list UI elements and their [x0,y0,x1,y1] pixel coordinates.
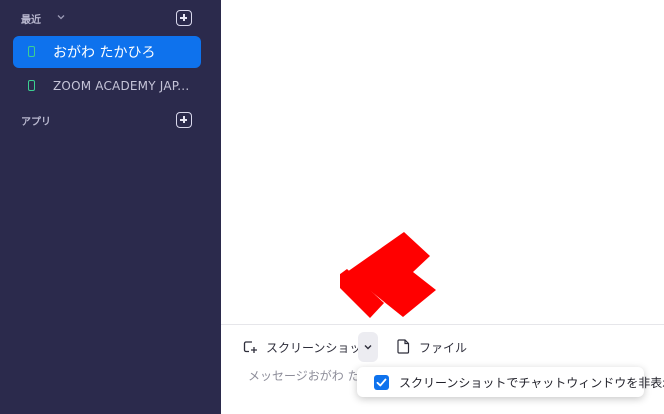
chat-item-zoom-academy[interactable]: ZOOM ACADEMY JAP... [13,70,201,102]
sidebar: 最近 おがわ たかひろ ZOOM ACADEMY JAP... アプリ [0,0,221,414]
red-arrow-icon [340,232,436,318]
chat-main-panel: スクリーンショット ファイル メッセージおがわ たか [221,0,664,414]
chat-item-ogawa[interactable]: おがわ たかひろ [13,36,201,68]
chevron-down-icon[interactable] [55,11,67,23]
hide-window-option-label[interactable]: スクリーンショットでチャットウィンドウを非表示 [399,374,664,391]
composer-divider [221,324,664,325]
check-icon [376,378,387,387]
apps-section-label: アプリ [21,117,51,128]
screenshot-options-button[interactable] [358,332,378,362]
mobile-presence-icon [28,46,35,57]
file-label: ファイル [419,341,468,355]
file-icon [397,339,410,354]
mobile-presence-icon [28,80,35,91]
apps-section-header[interactable]: アプリ [0,110,221,130]
chevron-down-icon [364,345,372,350]
screenshot-options-menu: スクリーンショットでチャットウィンドウを非表示 [357,367,664,397]
message-input[interactable]: メッセージおがわ たか [248,367,372,384]
recent-section-label: 最近 [21,15,41,26]
file-button[interactable]: ファイル [397,336,467,358]
chat-item-label: おがわ たかひろ [53,45,156,61]
chat-app-window: 最近 おがわ たかひろ ZOOM ACADEMY JAP... アプリ スクリー… [0,0,664,414]
screenshot-icon [243,341,257,353]
add-recent-button[interactable] [176,10,192,26]
chat-item-label: ZOOM ACADEMY JAP... [53,79,190,93]
recent-section-header[interactable]: 最近 [0,8,221,28]
add-app-button[interactable] [176,112,192,128]
hide-window-checkbox[interactable] [374,375,389,390]
screenshot-button[interactable]: スクリーンショット [243,336,373,358]
